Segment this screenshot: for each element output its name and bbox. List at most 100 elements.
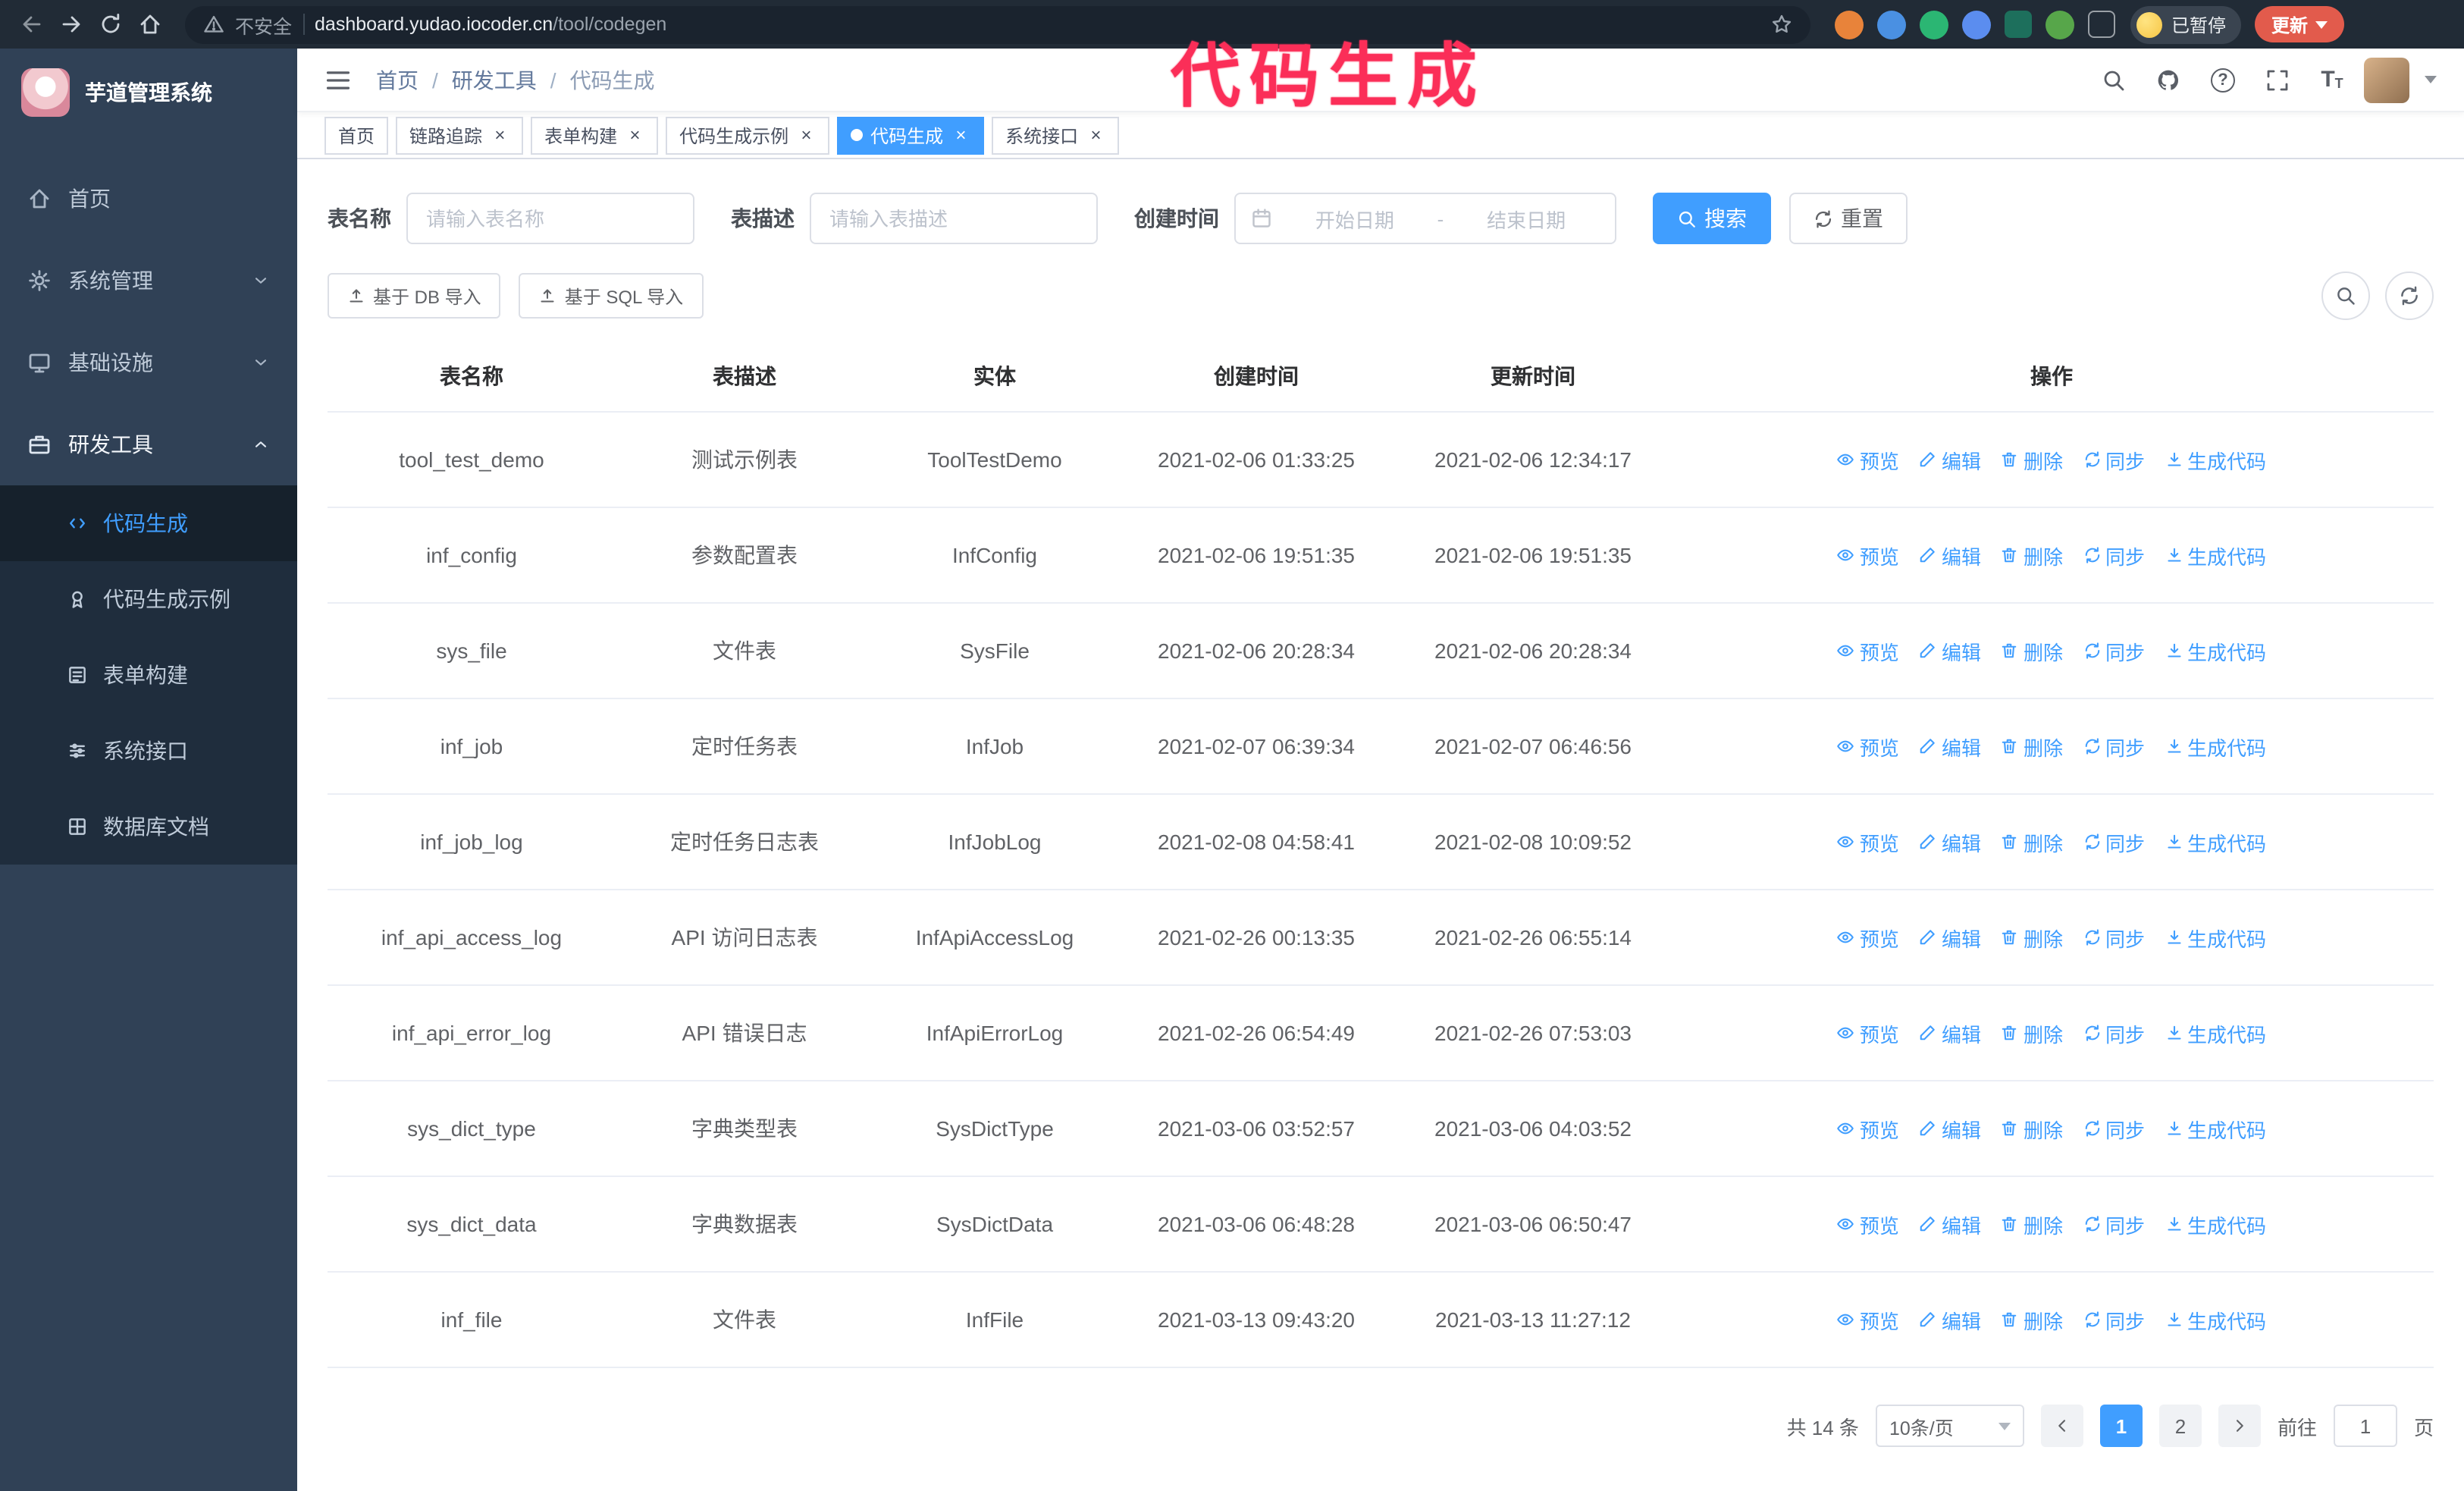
delete-link[interactable]: 删除 (2001, 1210, 2063, 1238)
search-button[interactable]: 搜索 (1653, 193, 1771, 244)
breadcrumb-dev-tools[interactable]: 研发工具 (452, 64, 537, 95)
sync-link[interactable]: 同步 (2083, 445, 2145, 474)
sidebar-item-home[interactable]: 首页 (0, 158, 297, 240)
preview-link[interactable]: 预览 (1837, 636, 1899, 665)
refresh-table-button[interactable] (2385, 272, 2434, 320)
generate-code-link[interactable]: 生成代码 (2165, 1305, 2266, 1334)
extensions-puzzle-icon[interactable] (2088, 11, 2115, 38)
preview-link[interactable]: 预览 (1837, 923, 1899, 952)
preview-link[interactable]: 预览 (1837, 445, 1899, 474)
edit-link[interactable]: 编辑 (1919, 1019, 1981, 1047)
github-icon[interactable] (2146, 57, 2191, 102)
generate-code-link[interactable]: 生成代码 (2165, 923, 2266, 952)
close-icon[interactable] (625, 125, 644, 145)
tab-codegen[interactable]: 代码生成 (837, 116, 985, 154)
extension-icon[interactable] (2045, 10, 2074, 39)
tab-system-api[interactable]: 系统接口 (992, 116, 1120, 154)
delete-link[interactable]: 删除 (2001, 541, 2063, 570)
delete-link[interactable]: 删除 (2001, 1114, 2063, 1143)
import-sql-button[interactable]: 基于 SQL 导入 (519, 273, 704, 319)
fullscreen-icon[interactable] (2255, 57, 2300, 102)
sync-link[interactable]: 同步 (2083, 1210, 2145, 1238)
table-name-input[interactable] (406, 193, 694, 244)
font-size-icon[interactable] (2309, 57, 2355, 102)
browser-back-button[interactable] (12, 5, 52, 44)
delete-link[interactable]: 删除 (2001, 1305, 2063, 1334)
generate-code-link[interactable]: 生成代码 (2165, 1210, 2266, 1238)
sidebar-item-form-builder[interactable]: 表单构建 (0, 637, 297, 713)
page-button-2[interactable]: 2 (2158, 1405, 2202, 1447)
bookmark-star-icon[interactable] (1771, 14, 1792, 35)
extension-icon[interactable] (1920, 10, 1948, 39)
sidebar-item-code-generation[interactable]: 代码生成 (0, 485, 297, 561)
sync-link[interactable]: 同步 (2083, 1114, 2145, 1143)
extension-icon[interactable] (1962, 10, 1991, 39)
user-avatar[interactable] (2364, 57, 2409, 102)
page-button-1[interactable]: 1 (2099, 1405, 2143, 1447)
delete-link[interactable]: 删除 (2001, 1019, 2063, 1047)
extension-icon[interactable] (2005, 11, 2032, 38)
sync-link[interactable]: 同步 (2083, 923, 2145, 952)
sync-link[interactable]: 同步 (2083, 1305, 2145, 1334)
tab-trace[interactable]: 链路追踪 (396, 116, 524, 154)
date-range-picker[interactable]: 开始日期 - 结束日期 (1234, 193, 1616, 244)
preview-link[interactable]: 预览 (1837, 541, 1899, 570)
browser-forward-button[interactable] (52, 5, 91, 44)
tab-codegen-example[interactable]: 代码生成示例 (666, 116, 830, 154)
tab-form-builder[interactable]: 表单构建 (531, 116, 659, 154)
goto-page-input[interactable] (2333, 1405, 2397, 1447)
delete-link[interactable]: 删除 (2001, 732, 2063, 761)
page-size-select[interactable]: 10条/页 (1875, 1405, 2024, 1447)
close-icon[interactable] (951, 125, 970, 145)
sync-link[interactable]: 同步 (2083, 827, 2145, 856)
next-page-button[interactable] (2218, 1405, 2261, 1447)
extension-icon[interactable] (1835, 10, 1864, 39)
chevron-down-icon[interactable] (2425, 76, 2437, 83)
generate-code-link[interactable]: 生成代码 (2165, 541, 2266, 570)
generate-code-link[interactable]: 生成代码 (2165, 445, 2266, 474)
reset-button[interactable]: 重置 (1789, 193, 1908, 244)
sidebar-item-system-api[interactable]: 系统接口 (0, 713, 297, 789)
edit-link[interactable]: 编辑 (1919, 1210, 1981, 1238)
delete-link[interactable]: 删除 (2001, 636, 2063, 665)
generate-code-link[interactable]: 生成代码 (2165, 1114, 2266, 1143)
edit-link[interactable]: 编辑 (1919, 636, 1981, 665)
edit-link[interactable]: 编辑 (1919, 541, 1981, 570)
generate-code-link[interactable]: 生成代码 (2165, 636, 2266, 665)
end-date-placeholder[interactable]: 结束日期 (1453, 204, 1600, 233)
breadcrumb-home[interactable]: 首页 (376, 64, 419, 95)
browser-profile-chip[interactable]: 已暂停 (2130, 5, 2242, 43)
sidebar-logo[interactable]: 芋道管理系统 (0, 49, 297, 137)
prev-page-button[interactable] (2040, 1405, 2083, 1447)
sidebar-item-code-generation-example[interactable]: 代码生成示例 (0, 561, 297, 637)
import-db-button[interactable]: 基于 DB 导入 (328, 273, 501, 319)
browser-update-button[interactable]: 更新 (2255, 6, 2345, 42)
browser-reload-button[interactable] (91, 5, 130, 44)
preview-link[interactable]: 预览 (1837, 827, 1899, 856)
close-icon[interactable] (796, 125, 816, 145)
help-icon[interactable] (2200, 57, 2246, 102)
delete-link[interactable]: 删除 (2001, 445, 2063, 474)
preview-link[interactable]: 预览 (1837, 732, 1899, 761)
extension-icon[interactable] (1877, 10, 1906, 39)
tab-home[interactable]: 首页 (324, 116, 389, 154)
hamburger-icon[interactable] (324, 66, 352, 93)
sidebar-item-system-management[interactable]: 系统管理 (0, 240, 297, 322)
edit-link[interactable]: 编辑 (1919, 445, 1981, 474)
address-bar[interactable]: 不安全 dashboard.yudao.iocoder.cn/tool/code… (185, 5, 1810, 43)
close-icon[interactable] (490, 125, 509, 145)
sidebar-item-database-doc[interactable]: 数据库文档 (0, 789, 297, 865)
sidebar-item-dev-tools[interactable]: 研发工具 (0, 403, 297, 485)
edit-link[interactable]: 编辑 (1919, 1305, 1981, 1334)
delete-link[interactable]: 删除 (2001, 923, 2063, 952)
sync-link[interactable]: 同步 (2083, 636, 2145, 665)
preview-link[interactable]: 预览 (1837, 1210, 1899, 1238)
edit-link[interactable]: 编辑 (1919, 827, 1981, 856)
edit-link[interactable]: 编辑 (1919, 1114, 1981, 1143)
sync-link[interactable]: 同步 (2083, 541, 2145, 570)
browser-home-button[interactable] (130, 5, 170, 44)
sync-link[interactable]: 同步 (2083, 732, 2145, 761)
sidebar-item-infrastructure[interactable]: 基础设施 (0, 322, 297, 403)
close-icon[interactable] (1086, 125, 1105, 145)
delete-link[interactable]: 删除 (2001, 827, 2063, 856)
